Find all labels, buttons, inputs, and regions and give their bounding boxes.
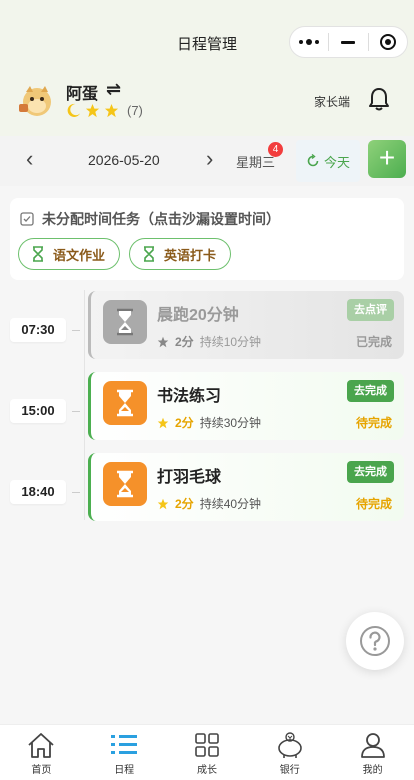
home-icon: [28, 733, 54, 758]
tab-label: 银行: [279, 765, 300, 776]
time-label: 15:00: [10, 399, 66, 423]
schedule-card[interactable]: 打羽毛球 2分 持续40分钟 去完成 待完成: [88, 453, 404, 521]
hourglass-icon[interactable]: [103, 381, 147, 425]
next-day-icon[interactable]: ›: [206, 146, 213, 172]
moon-icon: [67, 103, 81, 117]
switch-child-icon[interactable]: ⇌: [106, 79, 121, 100]
time-label: 07:30: [10, 318, 66, 342]
question-icon: [360, 626, 390, 656]
hourglass-icon[interactable]: [31, 246, 45, 262]
task-title: 书法练习: [157, 388, 222, 405]
schedule-card[interactable]: 晨跑20分钟 2分 持续10分钟 去点评 已完成: [88, 291, 404, 359]
task-duration: 持续40分钟: [199, 497, 262, 511]
target-icon: [379, 34, 396, 50]
tab-schedule[interactable]: 日程: [83, 725, 166, 780]
piggy-bank-icon: [277, 732, 302, 758]
refresh-icon: [307, 154, 319, 167]
minimize-button[interactable]: [329, 27, 367, 57]
schedule-card[interactable]: 书法练习 2分 持续30分钟 去完成 待完成: [88, 372, 404, 440]
chip-label: 英语打卡: [164, 247, 217, 263]
notification-badge: 4: [268, 142, 283, 157]
time-label: 18:40: [10, 480, 66, 504]
avatar[interactable]: [16, 80, 56, 120]
task-meta: 2分 持续40分钟: [157, 495, 261, 512]
more-button[interactable]: [290, 27, 328, 57]
star-icon: [157, 417, 169, 428]
star-icon: [157, 336, 169, 347]
task-duration: 持续10分钟: [199, 335, 262, 349]
tab-label: 我的: [362, 765, 383, 776]
star-rating: (7): [66, 103, 143, 118]
star-icon: [85, 103, 100, 118]
unassigned-tasks-panel: 未分配时间任务（点击沙漏设置时间） 语文作业 英语打卡: [10, 198, 404, 280]
weekday-label: 星期三: [236, 155, 276, 170]
bottom-tab-bar: 首页 日程 成长 银行 我的: [0, 724, 414, 780]
checkbox-icon: [20, 212, 34, 226]
tab-growth[interactable]: 成长: [166, 725, 249, 780]
complete-button[interactable]: 去完成: [347, 461, 394, 483]
timeline-line: [84, 290, 85, 520]
tab-mine[interactable]: 我的: [331, 725, 414, 780]
child-name: 阿蛋: [66, 86, 99, 103]
task-meta: 2分 持续30分钟: [157, 414, 261, 431]
star-icon: [157, 498, 169, 509]
star-count: (7): [127, 103, 143, 118]
complete-button[interactable]: 去完成: [347, 380, 394, 402]
close-mini-program-button[interactable]: [369, 27, 407, 57]
tab-bank[interactable]: 银行: [248, 725, 331, 780]
task-status: 已完成: [355, 335, 392, 349]
unassigned-task-chip[interactable]: 英语打卡: [129, 238, 232, 270]
hourglass-icon[interactable]: [142, 246, 156, 262]
unassigned-title-row: 未分配时间任务（点击沙漏设置时间）: [20, 209, 280, 229]
minus-icon: [341, 40, 356, 44]
more-dots-icon: [299, 39, 320, 45]
task-title: 打羽毛球: [157, 469, 222, 486]
list-icon: [111, 735, 138, 754]
chip-label: 语文作业: [53, 247, 106, 263]
task-status: 待完成: [355, 416, 392, 430]
today-label: 今天: [323, 154, 350, 170]
unassigned-task-chip[interactable]: 语文作业: [18, 238, 121, 270]
task-duration: 持续30分钟: [199, 416, 262, 430]
task-points: 2分: [175, 416, 194, 430]
timeline-tick: [72, 492, 80, 493]
review-button[interactable]: 去点评: [347, 299, 394, 321]
today-button[interactable]: 今天: [296, 140, 360, 182]
parent-mode-link[interactable]: 家长端: [314, 93, 350, 110]
task-status: 待完成: [355, 497, 392, 511]
task-points: 2分: [175, 335, 194, 349]
help-button[interactable]: [346, 612, 404, 670]
hourglass-icon[interactable]: [103, 462, 147, 506]
tab-label: 首页: [31, 765, 52, 776]
user-icon: [360, 733, 385, 758]
tab-label: 日程: [114, 765, 135, 776]
star-icon: [104, 103, 119, 118]
task-points: 2分: [175, 497, 194, 511]
add-task-button[interactable]: +: [368, 140, 406, 178]
tab-home[interactable]: 首页: [0, 725, 83, 780]
previous-day-icon[interactable]: ‹: [26, 146, 33, 172]
task-meta: 2分 持续10分钟: [157, 333, 261, 350]
top-nav-bar: 日程管理: [0, 0, 414, 80]
hourglass-icon[interactable]: [103, 300, 147, 344]
current-date[interactable]: 2026-05-20: [88, 152, 160, 168]
bell-icon[interactable]: [368, 86, 390, 112]
grid-icon: [195, 733, 219, 757]
profile-header: 阿蛋 ⇌ (7) 家长端: [0, 79, 414, 136]
unassigned-title: 未分配时间任务（点击沙漏设置时间）: [42, 211, 280, 227]
date-navigation-bar: ‹ 2026-05-20 › 星期三 4 今天 +: [0, 136, 414, 186]
timeline-tick: [72, 330, 80, 331]
timeline-tick: [72, 411, 80, 412]
tab-label: 成长: [196, 765, 217, 776]
task-title: 晨跑20分钟: [157, 307, 239, 324]
mini-program-capsule: [289, 26, 408, 58]
